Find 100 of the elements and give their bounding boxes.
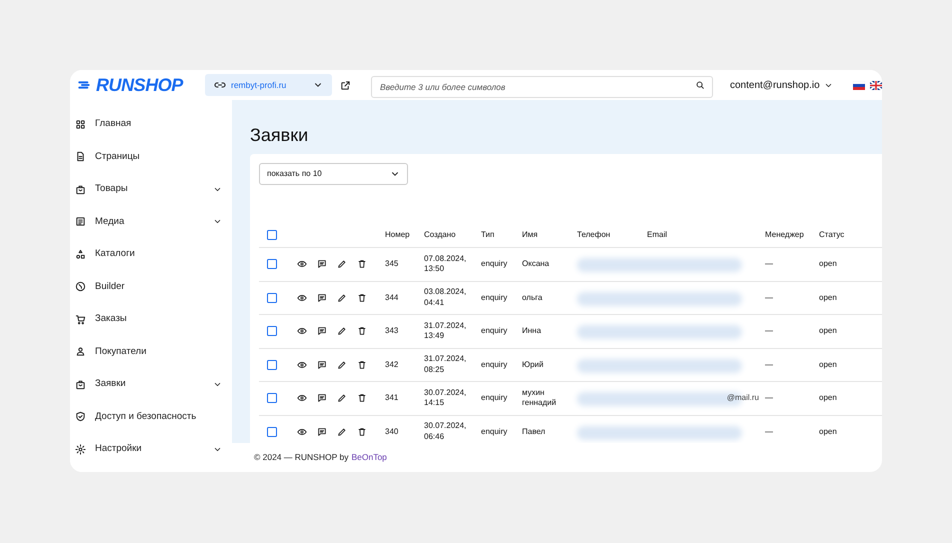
table-cell-text: 341: [385, 393, 400, 404]
table-cell-text: enquiry: [481, 393, 508, 404]
view-icon[interactable]: [297, 426, 307, 437]
sidebar-item[interactable]: Каталоги: [70, 238, 232, 270]
delete-icon[interactable]: [357, 259, 367, 270]
sidebar-item[interactable]: Заявки: [70, 368, 232, 400]
table-cell-text: enquiry: [481, 326, 508, 336]
sidebar-item[interactable]: Настройки: [70, 433, 232, 466]
shapes-icon: [75, 248, 86, 260]
flag-icon[interactable]: [852, 80, 865, 90]
external-link-icon[interactable]: [340, 80, 351, 90]
delete-icon[interactable]: [357, 326, 367, 336]
column-header: Имя: [522, 230, 538, 238]
comment-icon[interactable]: [317, 426, 327, 437]
sidebar-item[interactable]: Builder: [70, 270, 232, 303]
shield-icon: [75, 411, 86, 422]
table-cell-text: 31.07.2024, 08:25: [424, 354, 468, 376]
view-icon[interactable]: [297, 259, 307, 270]
table-cell: —: [765, 292, 773, 302]
table-cell-text: enquiry: [481, 360, 508, 370]
table-cell: —: [765, 426, 773, 436]
comment-icon[interactable]: [317, 292, 327, 303]
view-icon[interactable]: [297, 393, 307, 404]
edit-icon[interactable]: [337, 326, 347, 336]
table-cell-text: 07.08.2024, 13:50: [424, 254, 468, 275]
checkbox[interactable]: [267, 326, 277, 336]
logo: RUNSHOP: [96, 74, 183, 96]
table-cell-text: 343: [385, 326, 400, 336]
sidebar-item[interactable]: Страницы: [70, 140, 232, 173]
table-cell-text: Юрий: [522, 360, 544, 370]
sidebar-item[interactable]: Главная: [70, 108, 232, 140]
person-icon: [75, 346, 86, 358]
table-cell-text: 30.07.2024, 06:46: [424, 421, 468, 442]
footer-link[interactable]: BeOnTop: [351, 451, 387, 464]
column-header: Email: [647, 230, 668, 238]
sidebar-item[interactable]: Заказы: [70, 303, 232, 336]
view-icon[interactable]: [297, 326, 307, 336]
edit-icon[interactable]: [337, 292, 347, 303]
checkbox[interactable]: [267, 393, 277, 404]
table-cell-text: 344: [385, 292, 400, 303]
edit-icon[interactable]: [337, 360, 347, 370]
table-cell: —: [765, 393, 773, 402]
page-size-dropdown[interactable]: показать по 10: [259, 163, 408, 185]
site-dropdown[interactable]: rembyt-profi.ru: [205, 74, 332, 96]
table-cell: open: [819, 259, 837, 268]
checkbox[interactable]: [267, 292, 277, 303]
checkbox[interactable]: [267, 230, 277, 240]
table-cell: —: [765, 259, 773, 268]
view-icon[interactable]: [297, 360, 307, 370]
table-cell-text: 30.07.2024, 14:15: [424, 388, 468, 409]
comment-icon[interactable]: [317, 360, 327, 370]
view-icon[interactable]: [297, 292, 307, 303]
sidebar-item[interactable]: Товары: [70, 173, 232, 206]
table-cell-text: мухин геннадий: [522, 388, 558, 409]
delete-icon[interactable]: [357, 426, 367, 437]
delete-icon[interactable]: [357, 292, 367, 303]
search-field[interactable]: Введите 3 или более символов: [371, 76, 713, 98]
table-cell: open: [819, 393, 837, 402]
table-cell: @mail.ru: [726, 392, 759, 404]
table-cell-text: 345: [385, 259, 400, 270]
checkbox[interactable]: [267, 360, 277, 370]
edit-icon[interactable]: [337, 259, 347, 270]
flag-icon[interactable]: [870, 80, 882, 90]
table-cell: open: [819, 426, 837, 436]
comment-icon[interactable]: [317, 326, 327, 336]
document-icon: [75, 151, 86, 162]
table-cell-text: Инна: [522, 326, 542, 336]
table-cell-text: ольга: [522, 292, 544, 303]
table-cell: open: [819, 360, 837, 369]
table-cell: open: [819, 326, 837, 336]
table-cell: —: [765, 360, 773, 369]
table-cell-text: 03.08.2024, 04:41: [424, 287, 468, 308]
checkbox[interactable]: [267, 259, 277, 270]
grid-icon: [75, 118, 86, 130]
gear-icon: [75, 444, 86, 455]
delete-icon[interactable]: [357, 360, 367, 370]
table-cell: open: [819, 292, 837, 302]
search-icon: [695, 80, 705, 90]
page-title: Заявки: [250, 124, 310, 147]
column-header: Номер: [385, 230, 410, 238]
table-cell-text: enquiry: [481, 426, 508, 437]
sidebar-item[interactable]: Медиа: [70, 206, 232, 238]
comment-icon[interactable]: [317, 393, 327, 404]
table-cell: —: [765, 326, 773, 336]
checkbox[interactable]: [267, 426, 277, 437]
column-header: Телефон: [577, 230, 610, 238]
user-menu[interactable]: content@runshop.io: [730, 78, 833, 92]
bag-icon: [75, 184, 86, 195]
column-header: Создано: [424, 230, 456, 238]
edit-icon[interactable]: [337, 426, 347, 437]
comment-icon[interactable]: [317, 259, 327, 270]
table-cell-text: enquiry: [481, 292, 508, 303]
cart-icon: [75, 314, 86, 325]
edit-icon[interactable]: [337, 393, 347, 404]
footer-text: © 2024 — RUNSHOP by: [254, 451, 348, 464]
sidebar-item[interactable]: Покупатели: [70, 336, 232, 368]
sidebar-item[interactable]: Доступ и безопасность: [70, 400, 232, 433]
delete-icon[interactable]: [357, 393, 367, 404]
table-cell-text: 31.07.2024, 13:49: [424, 320, 468, 342]
list-icon: [75, 216, 86, 228]
